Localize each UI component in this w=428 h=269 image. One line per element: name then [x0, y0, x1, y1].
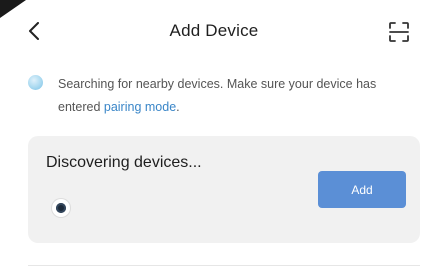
notice-text-after-link: . — [176, 100, 180, 114]
pairing-mode-link[interactable]: pairing mode — [104, 100, 176, 114]
search-notice-text: Searching for nearby devices. Make sure … — [58, 73, 403, 119]
camera-lens — [56, 203, 66, 213]
screen-corner-shadow — [0, 0, 26, 18]
camera-device-icon — [52, 199, 70, 217]
searching-icon — [28, 75, 43, 90]
add-button[interactable]: Add — [318, 171, 406, 208]
page-title: Add Device — [169, 21, 259, 40]
scan-button[interactable] — [388, 21, 410, 43]
discovery-card: Discovering devices... Add — [28, 136, 420, 243]
scan-icon — [389, 22, 409, 42]
divider — [28, 265, 420, 266]
discovering-heading: Discovering devices... — [46, 154, 202, 171]
